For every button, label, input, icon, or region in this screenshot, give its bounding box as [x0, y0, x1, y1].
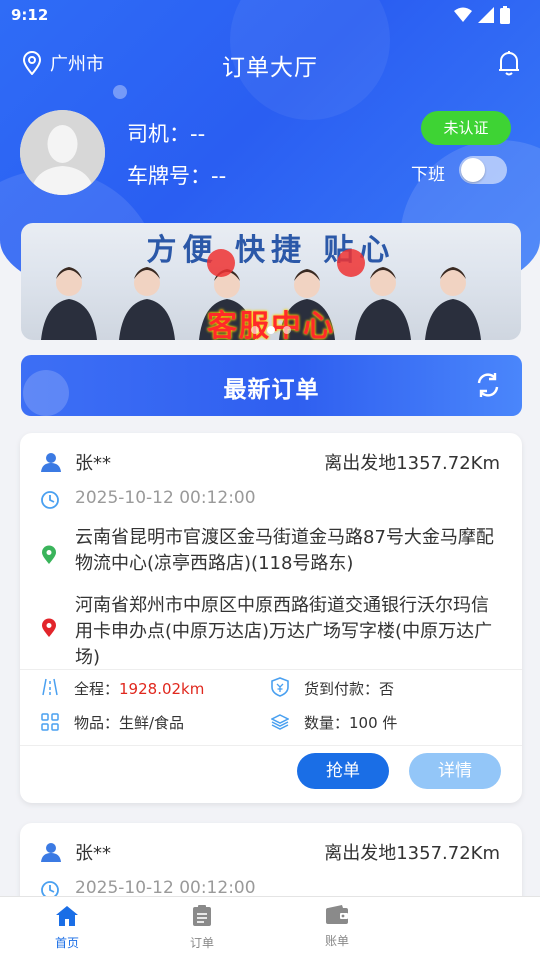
order-detail-button[interactable]: 详情 — [409, 753, 501, 789]
bottom-tab-bar: 首页 订单 账单 — [0, 896, 540, 960]
goods-grid-icon — [41, 713, 59, 735]
system-icons — [454, 6, 510, 24]
distance-from-origin: 离出发地1357.72Km — [324, 453, 500, 474]
driver-name: 司机：-- — [127, 122, 206, 146]
order-datetime: 2025-10-12 00:12:00 — [75, 488, 256, 508]
carousel-dot[interactable] — [283, 326, 291, 334]
total-distance: 全程：1928.02km — [74, 678, 204, 699]
notification-button[interactable] — [498, 50, 520, 80]
user-icon — [40, 841, 62, 867]
goods-quantity: 数量：100 件 — [304, 714, 398, 732]
cash-on-delivery: 货到付款：否 — [304, 680, 395, 698]
latest-orders-header: 最新订单 — [21, 355, 522, 416]
promo-banner[interactable]: 方便 快捷 贴心 客服中心 — [21, 223, 521, 340]
user-icon — [40, 451, 62, 477]
route-icon — [42, 678, 58, 700]
duty-toggle[interactable] — [459, 156, 507, 184]
shield-payment-icon — [271, 677, 289, 701]
destination-address: 河南省郑州市中原区中原西路街道交通银行沃尔玛信用卡申办点(中原万达店)万达广场写… — [75, 595, 493, 668]
duty-label: 下班 — [411, 165, 445, 185]
status-time: 9:12 — [11, 6, 49, 24]
clock-icon — [40, 490, 60, 514]
page-title: 订单大厅 — [222, 55, 318, 81]
layers-icon — [270, 713, 290, 735]
total-distance-value: 1928.02km — [119, 680, 205, 698]
avatar[interactable] — [20, 110, 105, 195]
banner-center-text: 客服中心 — [207, 309, 335, 340]
latest-orders-title: 最新订单 — [223, 377, 320, 403]
origin-address: 云南省昆明市官渡区金马街道金马路87号大金马摩配物流中心(凉亭西路店)(118号… — [75, 527, 494, 574]
wifi-icon — [454, 7, 472, 22]
verify-status-badge[interactable]: 未认证 — [421, 111, 511, 145]
distance-from-origin: 离出发地1357.72Km — [324, 843, 500, 864]
divider — [20, 669, 522, 670]
user-avatar-icon — [20, 110, 105, 195]
carousel-dots — [21, 326, 521, 334]
destination-pin-icon — [41, 618, 57, 642]
signal-icon — [478, 7, 494, 23]
tab-bills[interactable]: 账单 — [297, 905, 377, 949]
divider — [20, 745, 522, 746]
grab-order-button[interactable]: 抢单 — [297, 753, 389, 789]
top-nav: 广州市 订单大厅 — [0, 40, 540, 86]
tab-orders[interactable]: 订单 — [162, 905, 242, 951]
goods-type: 物品：生鲜/食品 — [74, 714, 185, 732]
order-card[interactable]: 张** 离出发地1357.72Km 2025-10-12 00:12:00 云南… — [20, 433, 522, 803]
decor-bubble — [113, 85, 127, 99]
refresh-icon — [477, 373, 499, 397]
tab-home-label: 首页 — [54, 936, 79, 950]
total-distance-label: 全程： — [74, 680, 120, 698]
bell-icon — [499, 51, 519, 76]
carousel-dot[interactable] — [251, 326, 259, 334]
customer-name: 张** — [75, 843, 111, 864]
status-bar: 9:12 — [0, 0, 540, 32]
tab-bills-label: 账单 — [324, 934, 349, 948]
refresh-button[interactable] — [474, 371, 502, 403]
wallet-icon — [326, 905, 348, 924]
carousel-dot-active[interactable] — [267, 326, 275, 334]
plate-number: 车牌号：-- — [127, 164, 227, 188]
orders-icon — [193, 905, 211, 926]
tab-home[interactable]: 首页 — [27, 905, 107, 951]
toggle-knob — [461, 158, 485, 182]
origin-pin-icon — [41, 545, 57, 569]
order-datetime: 2025-10-12 00:12:00 — [75, 878, 256, 898]
battery-icon — [500, 6, 510, 24]
customer-name: 张** — [75, 453, 111, 474]
home-icon — [56, 906, 78, 926]
tab-orders-label: 订单 — [189, 936, 214, 950]
